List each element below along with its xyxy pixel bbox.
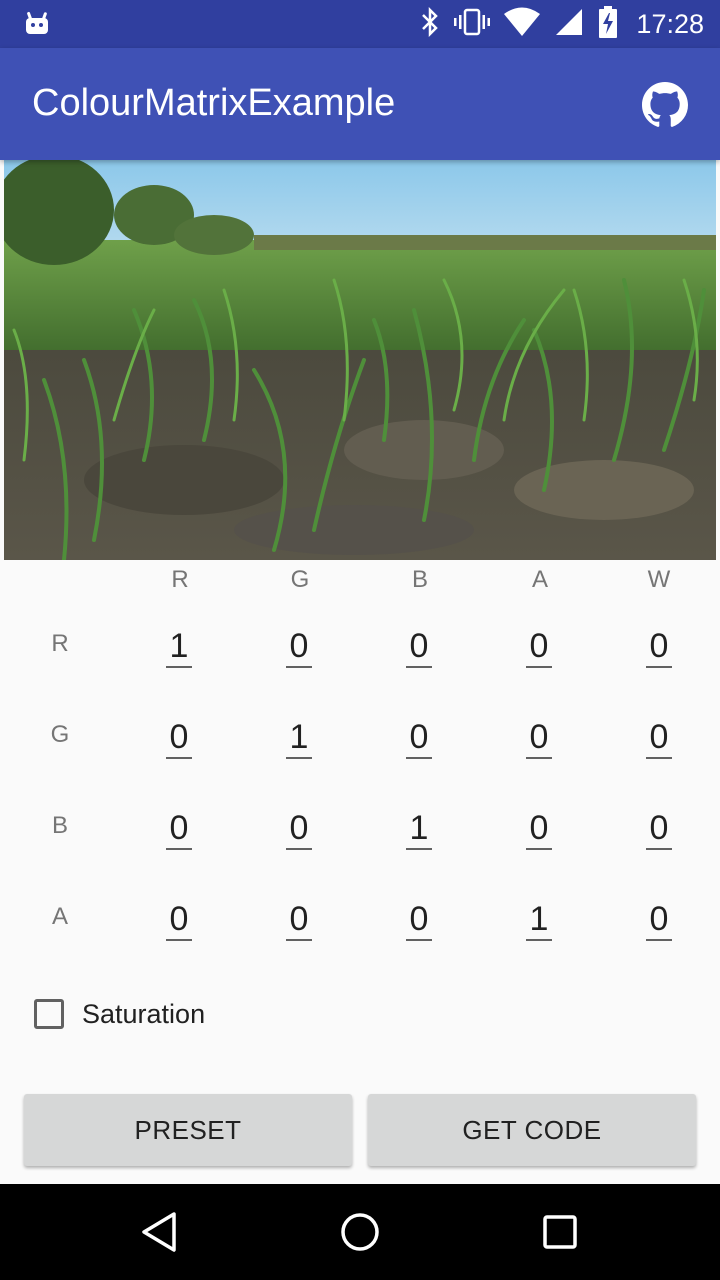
matrix-cell-r-g[interactable]: 0	[286, 626, 312, 668]
row-header-g: G	[50, 721, 70, 748]
matrix-cell-a-b[interactable]: 0	[406, 899, 432, 941]
android-icon	[24, 10, 50, 41]
github-icon[interactable]	[642, 82, 688, 128]
matrix-cell-b-g[interactable]: 0	[286, 808, 312, 850]
recents-icon[interactable]	[536, 1208, 584, 1256]
navigation-bar	[0, 1184, 720, 1280]
column-header-w: W	[647, 566, 671, 593]
bluetooth-icon	[420, 6, 440, 42]
matrix-cell-a-g[interactable]: 0	[286, 899, 312, 941]
app-bar: ColourMatrixExample	[0, 48, 720, 160]
matrix-cell-r-r[interactable]: 1	[166, 626, 192, 668]
matrix-cell-a-r[interactable]: 0	[166, 899, 192, 941]
get-code-button[interactable]: GET CODE	[368, 1094, 696, 1166]
matrix-cell-r-b[interactable]: 0	[406, 626, 432, 668]
matrix-cell-g-w[interactable]: 0	[646, 717, 672, 759]
column-header-a: A	[531, 566, 548, 593]
back-icon[interactable]	[136, 1208, 184, 1256]
saturation-checkbox[interactable]	[34, 999, 64, 1029]
column-header-b: B	[411, 566, 428, 593]
wifi-icon	[504, 7, 541, 42]
preview-image	[4, 160, 716, 560]
matrix-cell-b-r[interactable]: 0	[166, 808, 192, 850]
matrix-cell-a-a[interactable]: 1	[526, 899, 552, 941]
status-time: 17:28	[636, 8, 704, 39]
matrix-cell-b-a[interactable]: 0	[526, 808, 552, 850]
matrix-cell-g-b[interactable]: 0	[406, 717, 432, 759]
vibrate-icon	[454, 7, 491, 42]
matrix-cell-r-w[interactable]: 0	[646, 626, 672, 668]
matrix-cell-g-r[interactable]: 0	[166, 717, 192, 759]
matrix-cell-g-g[interactable]: 1	[286, 717, 312, 759]
home-icon[interactable]	[336, 1208, 384, 1256]
column-header-r: R	[171, 566, 189, 593]
column-header-g: G	[290, 566, 310, 593]
matrix-cell-b-b[interactable]: 1	[406, 808, 432, 850]
matrix-cell-r-a[interactable]: 0	[526, 626, 552, 668]
preset-button[interactable]: PRESET	[24, 1094, 352, 1166]
row-header-b: B	[51, 812, 68, 839]
status-bar: 17:28	[0, 0, 720, 48]
matrix-cell-a-w[interactable]: 0	[646, 899, 672, 941]
row-header-a: A	[51, 903, 68, 930]
signal-icon	[554, 7, 584, 42]
matrix-cell-b-w[interactable]: 0	[646, 808, 672, 850]
saturation-label: Saturation	[82, 998, 206, 1029]
matrix-cell-g-a[interactable]: 0	[526, 717, 552, 759]
app-title: ColourMatrixExample	[32, 82, 396, 124]
battery-charging-icon	[598, 5, 618, 43]
row-header-r: R	[51, 630, 69, 657]
saturation-checkbox-row[interactable]: Saturation	[34, 996, 205, 1032]
